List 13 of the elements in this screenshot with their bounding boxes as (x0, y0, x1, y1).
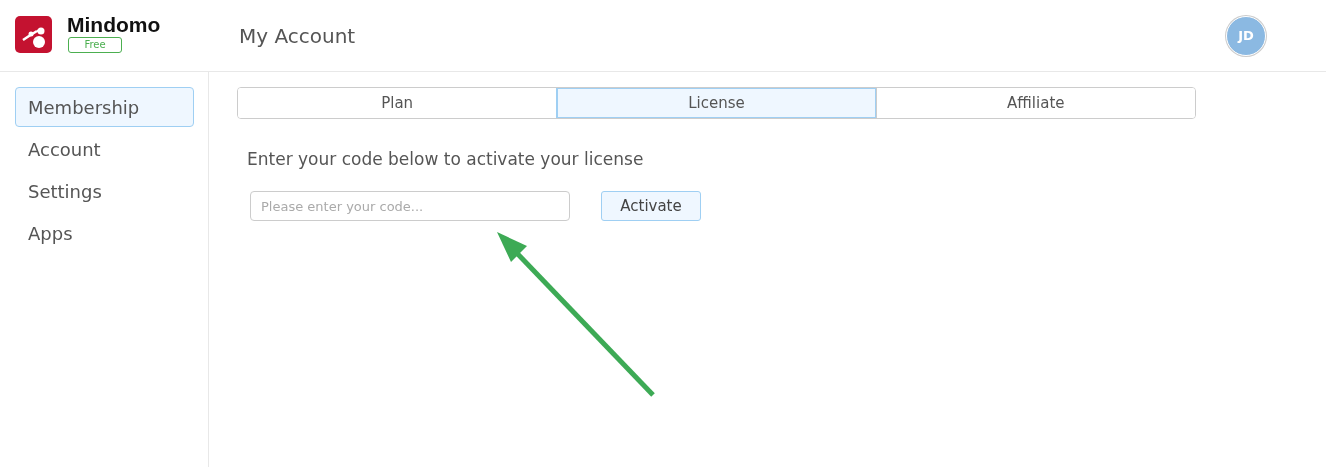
sidebar-item[interactable]: Account (15, 129, 194, 169)
page-title: My Account (239, 23, 357, 48)
instruction-text: Enter your code below to activate your license (247, 149, 645, 169)
sidebar-item[interactable]: Apps (15, 213, 194, 253)
code-input-field[interactable]: Please enter your code... (250, 191, 570, 221)
sidebar-item[interactable]: Settings (15, 171, 194, 211)
activate-button[interactable]: Activate (601, 191, 701, 221)
app-logo (15, 16, 52, 53)
tab[interactable]: Affiliate (875, 88, 1195, 118)
plan-badge: Free (68, 36, 122, 53)
sidebar-item[interactable]: Membership (15, 87, 194, 127)
tab[interactable]: License (556, 88, 876, 118)
app-name: Mindomo (67, 12, 161, 37)
